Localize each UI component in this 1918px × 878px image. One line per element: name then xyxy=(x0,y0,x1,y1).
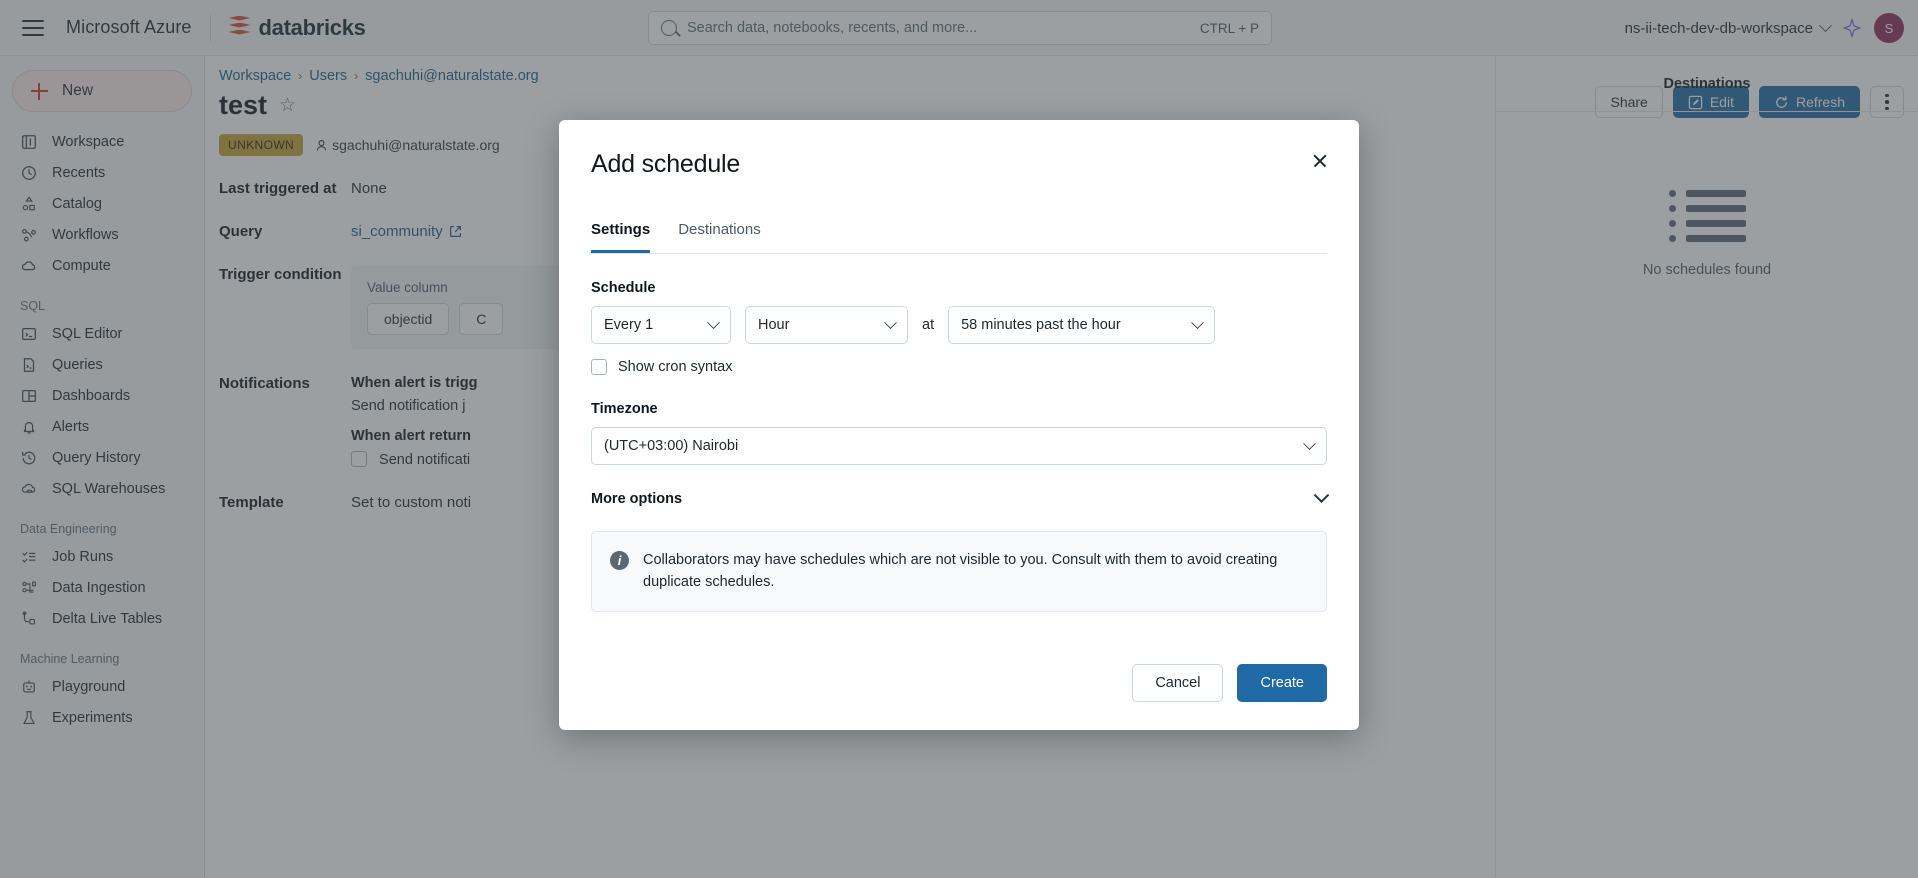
timezone-label: Timezone xyxy=(591,401,658,417)
chevron-down-icon xyxy=(1303,436,1316,450)
info-icon: i xyxy=(610,551,629,570)
tab-destinations[interactable]: Destinations xyxy=(678,221,761,253)
more-options-label: More options xyxy=(591,491,683,507)
close-icon[interactable] xyxy=(1307,148,1333,174)
tab-settings[interactable]: Settings xyxy=(591,221,651,253)
create-button[interactable]: Create xyxy=(1237,664,1327,702)
every-select[interactable]: Every 1 xyxy=(591,306,731,344)
minutes-value: 58 minutes past the hour xyxy=(961,317,1121,333)
cancel-button[interactable]: Cancel xyxy=(1132,664,1224,702)
timezone-value: (UTC+03:00) Nairobi xyxy=(604,438,739,454)
at-label: at xyxy=(922,317,935,333)
chevron-down-icon xyxy=(884,315,897,329)
schedule-label: Schedule xyxy=(591,280,656,296)
app-root: Workspace › Users › sgachuhi@naturalstat… xyxy=(0,0,1918,878)
every-value: Every 1 xyxy=(604,317,654,333)
chevron-down-icon xyxy=(1313,486,1330,503)
minutes-select[interactable]: 58 minutes past the hour xyxy=(948,306,1216,344)
add-schedule-dialog: Add schedule Settings Destinations Sched… xyxy=(559,120,1359,730)
dialog-footer: Cancel Create xyxy=(1132,664,1327,702)
show-cron-syntax-row[interactable]: Show cron syntax xyxy=(591,359,1327,375)
unit-value: Hour xyxy=(758,317,790,333)
show-cron-syntax-checkbox[interactable] xyxy=(591,359,607,375)
dialog-title: Add schedule xyxy=(591,150,741,178)
show-cron-syntax-label: Show cron syntax xyxy=(618,359,733,375)
info-banner-text: Collaborators may have schedules which a… xyxy=(643,552,1278,591)
chevron-down-icon xyxy=(1191,315,1204,329)
schedule-row: Every 1 Hour at 58 minutes past the hour xyxy=(591,306,1327,344)
timezone-select[interactable]: (UTC+03:00) Nairobi xyxy=(591,427,1327,465)
chevron-down-icon xyxy=(707,315,720,329)
more-options-toggle[interactable]: More options xyxy=(591,486,1330,507)
dialog-tabs: Settings Destinations xyxy=(591,221,1327,254)
info-banner: i Collaborators may have schedules which… xyxy=(591,531,1327,612)
unit-select[interactable]: Hour xyxy=(745,306,908,344)
